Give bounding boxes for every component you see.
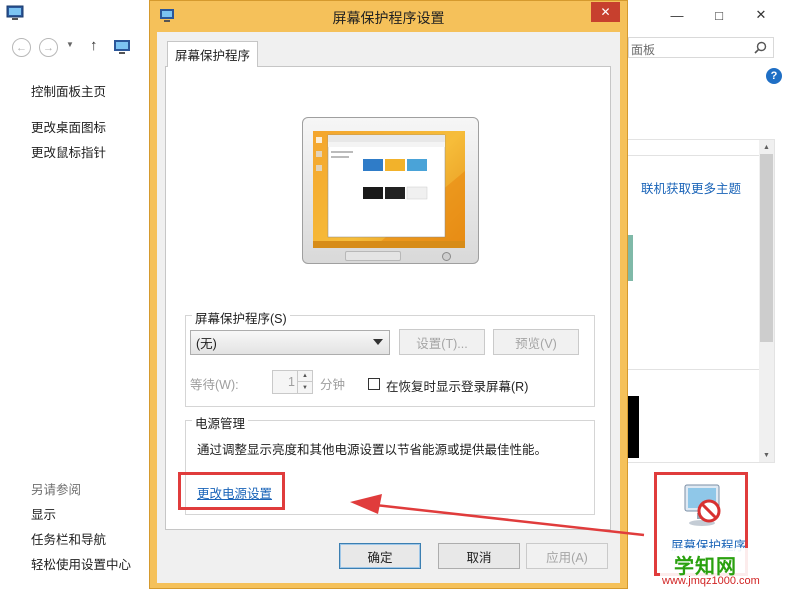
resume-logon-label[interactable]: 在恢复时显示登录屏幕(R) <box>386 376 528 395</box>
search-icon[interactable] <box>754 41 767 54</box>
dialog-titlebar[interactable]: 屏幕保护程序设置 ✕ <box>150 1 627 32</box>
scroll-up-icon[interactable]: ▲ <box>759 140 774 154</box>
tab-screensaver[interactable]: 屏幕保护程序 <box>167 41 259 67</box>
back-arrow-icon[interactable]: ← <box>12 38 31 57</box>
monitor-app-icon <box>6 5 24 20</box>
power-description: 通过调整显示亮度和其他电源设置以节省能源或提供最佳性能。 <box>197 443 548 457</box>
spin-up-icon[interactable]: ▲ <box>297 371 312 382</box>
dialog-title: 屏幕保护程序设置 <box>332 10 445 26</box>
dialog-close-button[interactable]: ✕ <box>591 2 620 22</box>
see-also-heading: 另请参阅 <box>31 483 82 497</box>
vertical-scrollbar[interactable]: ▲ ▼ <box>759 140 774 462</box>
screensaver-group: 屏幕保护程序(S) (无) 设置(T)... 预览(V) 等待(W): 1 ▲ … <box>185 308 595 407</box>
cancel-button[interactable]: 取消 <box>438 543 520 569</box>
minimize-button[interactable]: — <box>656 0 698 30</box>
control-panel-home-link[interactable]: 控制面板主页 <box>31 81 106 100</box>
forward-arrow-icon[interactable]: → <box>39 38 58 57</box>
maximize-button[interactable]: □ <box>698 0 740 30</box>
screensaver-select[interactable]: (无) <box>190 330 390 355</box>
spin-down-icon[interactable]: ▼ <box>297 382 312 393</box>
change-desktop-icons-link[interactable]: 更改桌面图标 <box>31 117 106 136</box>
online-themes-link[interactable]: 联机获取更多主题 <box>641 178 741 197</box>
screensaver-preview-monitor <box>302 117 479 264</box>
monitor-power-knob <box>442 252 451 261</box>
apply-button[interactable]: 应用(A) <box>526 543 608 569</box>
scroll-down-icon[interactable]: ▼ <box>759 448 774 462</box>
ok-button[interactable]: 确定 <box>339 543 421 569</box>
search-placeholder: 面板 <box>631 43 656 57</box>
preview-button[interactable]: 预览(V) <box>493 329 579 355</box>
chevron-down-icon <box>373 339 383 345</box>
screensaver-selected-value: (无) <box>196 337 217 351</box>
settings-button[interactable]: 设置(T)... <box>399 329 485 355</box>
wait-minutes-stepper[interactable]: 1 ▲ ▼ <box>272 370 313 394</box>
tab-panel: 屏幕保护程序(S) (无) 设置(T)... 预览(V) 等待(W): 1 ▲ … <box>165 66 611 530</box>
screensaver-forbidden-icon <box>684 484 721 526</box>
scroll-thumb[interactable] <box>760 154 773 342</box>
divider <box>627 369 759 370</box>
annotation-highlight-box <box>178 472 285 510</box>
power-group-legend: 电源管理 <box>192 413 249 432</box>
screensaver-group-legend: 屏幕保护程序(S) <box>192 308 290 327</box>
wait-minutes-value: 1 <box>288 375 295 389</box>
resume-logon-checkbox[interactable] <box>368 378 380 390</box>
monitor-base <box>345 251 401 261</box>
wait-label: 等待(W): <box>190 378 239 392</box>
theme-thumbnail-dark[interactable] <box>627 396 639 458</box>
divider <box>627 155 759 156</box>
recent-chevron-icon[interactable]: ▼ <box>66 40 74 49</box>
watermark-url: www.jmqz1000.com <box>662 575 760 587</box>
see-also-display-link[interactable]: 显示 <box>31 504 56 523</box>
search-box[interactable]: 面板 <box>628 37 774 58</box>
see-also-taskbar-link[interactable]: 任务栏和导航 <box>31 529 106 548</box>
up-arrow-icon[interactable]: ↑ <box>90 37 98 54</box>
desktop-preview-image <box>313 134 465 248</box>
watermark: 学知网 www.jmqz1000.com <box>660 548 782 590</box>
close-button[interactable]: ✕ <box>740 0 782 30</box>
help-icon[interactable]: ? <box>766 68 782 84</box>
change-mouse-pointer-link[interactable]: 更改鼠标指针 <box>31 142 106 161</box>
address-monitor-icon <box>114 40 130 54</box>
preview-screen <box>313 131 465 248</box>
see-also-ease-of-access-link[interactable]: 轻松使用设置中心 <box>31 554 131 573</box>
minutes-label: 分钟 <box>320 378 346 392</box>
